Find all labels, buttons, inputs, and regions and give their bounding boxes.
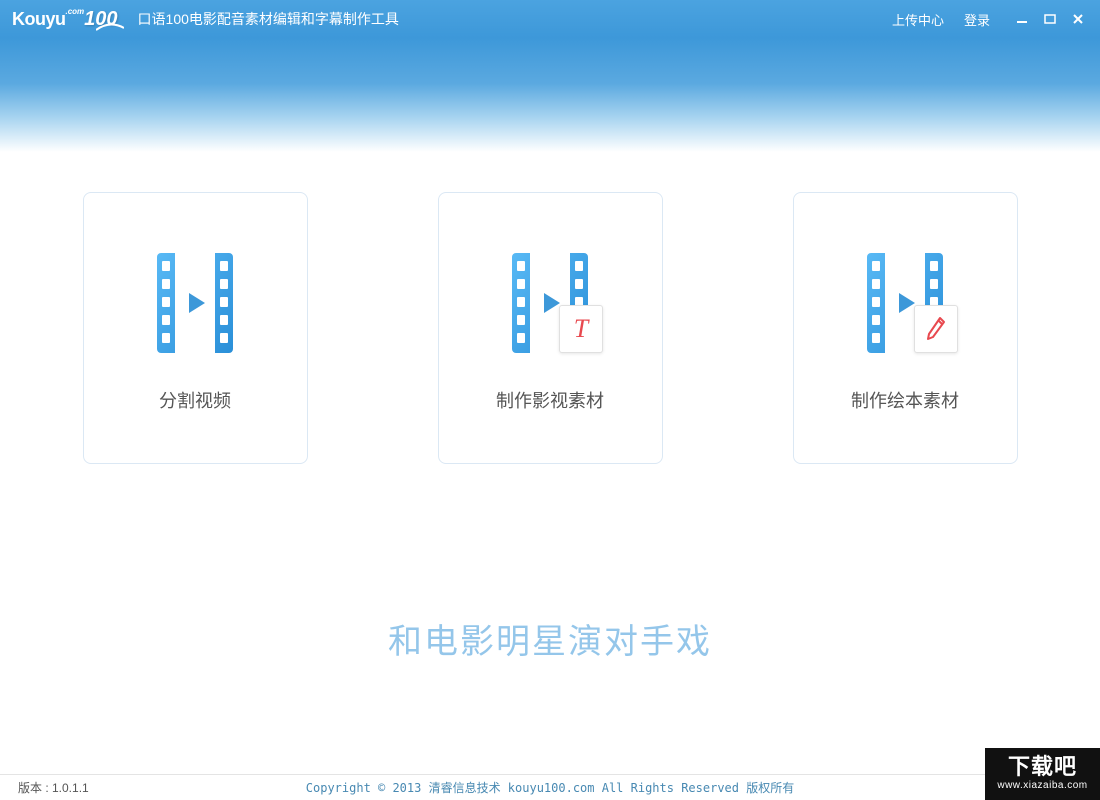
film-edit-icon	[850, 243, 960, 363]
pencil-badge-icon	[914, 305, 958, 353]
footer: 版本 : 1.0.1.1 Copyright © 2013 清睿信息技术 kou…	[0, 774, 1100, 800]
upload-center-link[interactable]: 上传中心	[882, 10, 954, 29]
logo-swoosh-icon	[96, 22, 124, 32]
watermark-badge: 下载吧 www.xiazaiba.com	[985, 748, 1100, 800]
close-icon	[1072, 13, 1084, 25]
watermark-main: 下载吧	[1008, 756, 1077, 778]
text-badge-icon: T	[559, 305, 603, 353]
header-gradient	[0, 38, 1100, 152]
logo-com: .com	[66, 7, 85, 16]
make-picturebook-material-card[interactable]: 制作绘本素材	[793, 192, 1018, 464]
film-text-icon: T	[495, 243, 605, 363]
maximize-icon	[1044, 13, 1056, 25]
minimize-button[interactable]	[1008, 0, 1036, 38]
slogan-text: 和电影明星演对手戏	[0, 614, 1100, 663]
watermark-sub: www.xiazaiba.com	[997, 780, 1087, 792]
titlebar: Kouyu .com 100 口语100电影配音素材编辑和字幕制作工具 上传中心…	[0, 0, 1100, 38]
minimize-icon	[1016, 13, 1028, 25]
copyright-text: Copyright © 2013 清睿信息技术 kouyu100.com All…	[306, 779, 794, 796]
maximize-button[interactable]	[1036, 0, 1064, 38]
card-label: 制作绘本素材	[851, 387, 959, 413]
logo-text: Kouyu	[12, 9, 66, 30]
version-label: 版本 : 1.0.1.1	[18, 779, 89, 796]
app-logo: Kouyu .com 100	[12, 6, 124, 32]
card-label: 制作影视素材	[496, 387, 604, 413]
app-title: 口语100电影配音素材编辑和字幕制作工具	[138, 9, 399, 29]
film-icon	[140, 243, 250, 363]
window-controls	[1008, 0, 1092, 38]
card-label: 分割视频	[159, 387, 231, 413]
close-button[interactable]	[1064, 0, 1092, 38]
main-content: 分割视频 T 制作影视素材	[0, 192, 1100, 464]
split-video-card[interactable]: 分割视频	[83, 192, 308, 464]
login-link[interactable]: 登录	[954, 10, 1000, 29]
titlebar-right: 上传中心 登录	[882, 0, 1092, 38]
make-video-material-card[interactable]: T 制作影视素材	[438, 192, 663, 464]
